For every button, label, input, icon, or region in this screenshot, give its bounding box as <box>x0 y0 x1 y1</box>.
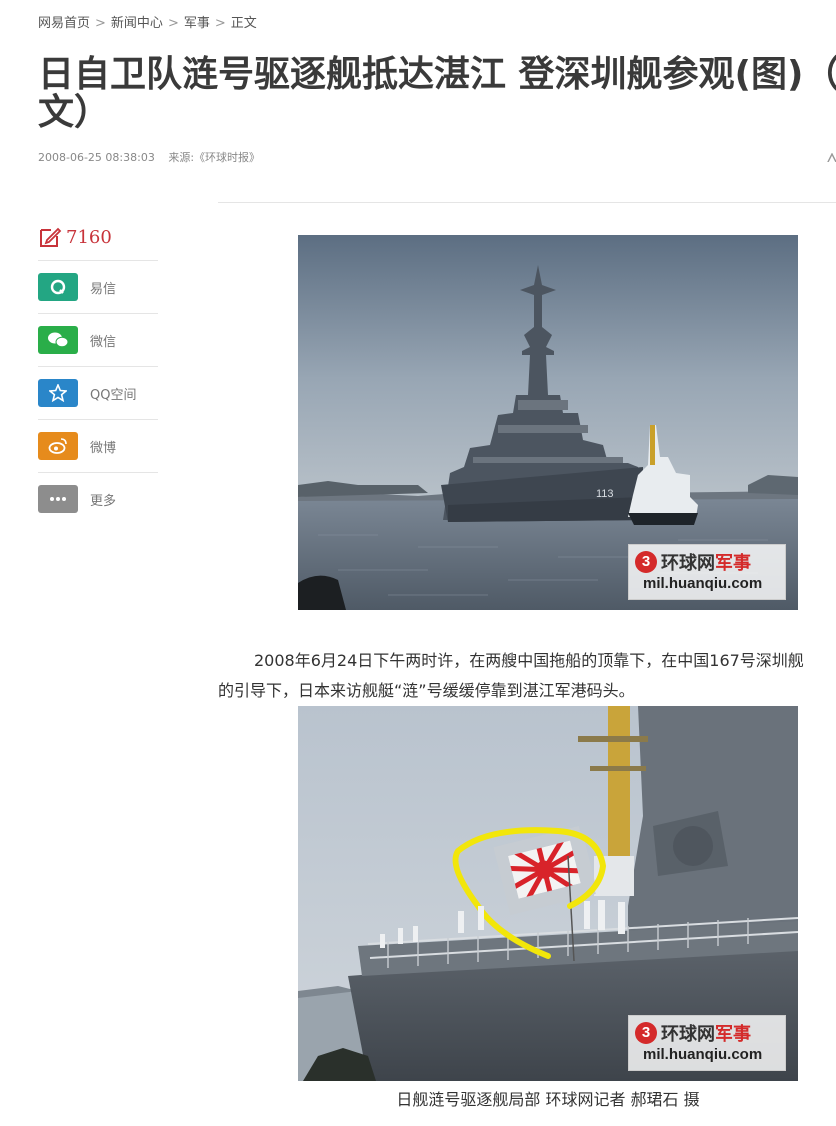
wechat-icon <box>38 326 78 354</box>
source-name[interactable]: 《环球时报》 <box>194 151 260 164</box>
yixin-icon <box>38 273 78 301</box>
huanqiu-logo-icon: 3 <box>635 551 657 573</box>
comment-edit-icon <box>40 227 62 247</box>
breadcrumb-separator: > <box>167 16 179 31</box>
huanqiu-logo-icon: 3 <box>635 1022 657 1044</box>
report-icon[interactable] <box>826 150 836 162</box>
hull-number: 113 <box>596 488 614 500</box>
watermark-url: mil.huanqiu.com <box>643 1046 763 1063</box>
share-weibo-label: 微博 <box>90 440 117 456</box>
article-title: 日自卫队涟号驱逐舰抵达湛江 登深圳舰参观(图)（全文） <box>38 54 836 133</box>
watermark-brand-plain: 环球网 <box>661 1024 715 1044</box>
share-weibo-button[interactable]: 微博 <box>38 420 158 473</box>
qzone-icon <box>38 379 78 407</box>
share-sidebar: 7160 易信 微信 QQ空间 微博 更多 <box>38 222 158 525</box>
comment-count: 7160 <box>66 226 112 248</box>
article-photo-ship-detail[interactable]: 3 环球网军事 mil.huanqiu.com <box>298 706 798 1081</box>
share-more-button[interactable]: 更多 <box>38 473 158 525</box>
paragraph-line-2: 的引导下，日本来访舰艇“涟”号缓缓停靠到湛江军港码头。 <box>218 681 635 700</box>
share-list: 易信 微信 QQ空间 微博 更多 <box>38 260 158 525</box>
share-yixin-button[interactable]: 易信 <box>38 261 158 314</box>
breadcrumb: 网易首页 > 新闻中心 > 军事 > 正文 <box>38 12 257 31</box>
paragraph-line-1: 2008年6月24日下午两时许，在两艘中国拖船的顶靠下，在中国167号深圳舰 <box>254 651 804 670</box>
photo-caption: 日舰涟号驱逐舰局部 环球网记者 郝珺石 摄 <box>396 1090 700 1109</box>
breadcrumb-separator: > <box>95 16 106 31</box>
watermark-url: mil.huanqiu.com <box>643 575 763 592</box>
article-meta: 2008-06-25 08:38:03 来源:《环球时报》 <box>38 149 260 165</box>
more-icon <box>38 485 78 513</box>
watermark-brand-red: 军事 <box>715 553 751 573</box>
breadcrumb-news-center-link[interactable]: 新闻中心 <box>111 16 163 31</box>
header-divider <box>218 202 836 203</box>
share-wechat-label: 微信 <box>90 334 117 350</box>
share-more-label: 更多 <box>90 493 117 509</box>
watermark-brand-plain: 环球网 <box>661 553 715 573</box>
share-qzone-label: QQ空间 <box>90 387 137 403</box>
comment-count-button[interactable]: 7160 <box>38 222 158 252</box>
weibo-icon <box>38 432 78 460</box>
article-photo-destroyer[interactable]: 113 3 环球网军事 mil.huanqiu.com <box>298 235 798 610</box>
huanqiu-watermark: 3 环球网军事 mil.huanqiu.com <box>628 1015 786 1071</box>
breadcrumb-current: 正文 <box>230 16 257 31</box>
source-label: 来源: <box>168 151 195 164</box>
watermark-brand: 环球网军事 <box>661 549 751 575</box>
breadcrumb-military-link[interactable]: 军事 <box>184 16 210 31</box>
share-wechat-button[interactable]: 微信 <box>38 314 158 367</box>
huanqiu-watermark: 3 环球网军事 mil.huanqiu.com <box>628 544 786 600</box>
publish-time: 2008-06-25 08:38:03 <box>38 151 155 164</box>
breadcrumb-home-link[interactable]: 网易首页 <box>38 16 90 31</box>
watermark-brand: 环球网军事 <box>661 1020 751 1046</box>
share-qzone-button[interactable]: QQ空间 <box>38 367 158 420</box>
watermark-brand-red: 军事 <box>715 1024 751 1044</box>
share-yixin-label: 易信 <box>90 281 117 297</box>
article-paragraph: 2008年6月24日下午两时许，在两艘中国拖船的顶靠下，在中国167号深圳舰 的… <box>218 646 836 706</box>
breadcrumb-separator: > <box>214 16 226 31</box>
